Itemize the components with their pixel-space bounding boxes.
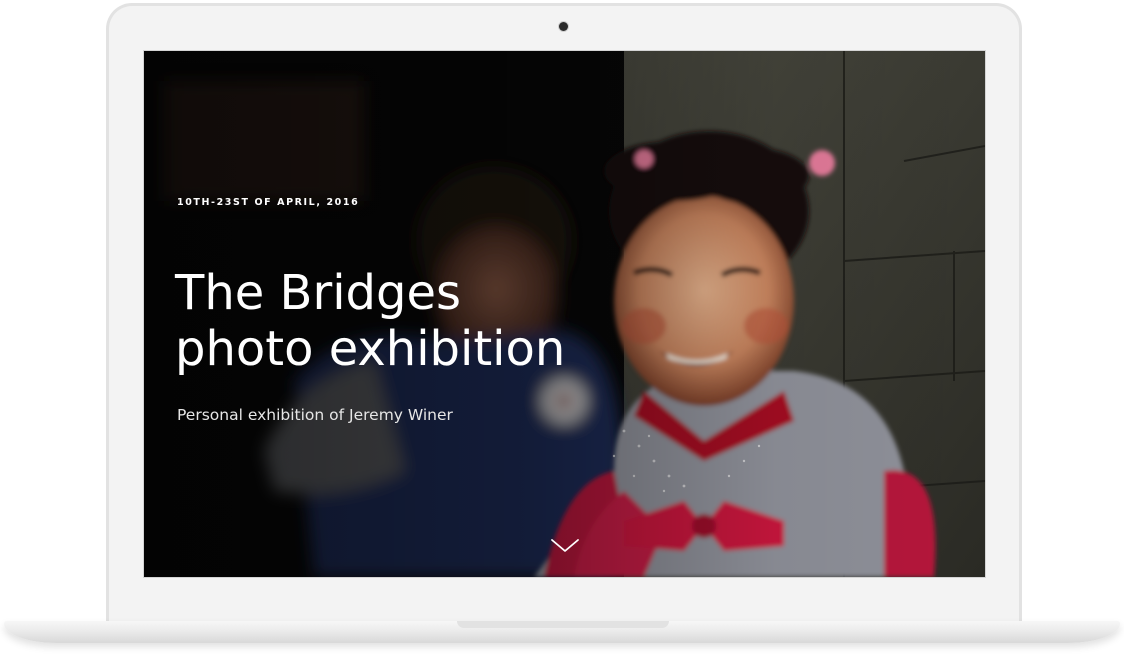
camera-dot-icon xyxy=(559,22,568,31)
laptop-mockup: 10TH-23ST OF APRIL, 2016 The Bridges pho… xyxy=(0,0,1124,658)
hero-subtitle: Personal exhibition of Jeremy Winer xyxy=(177,406,453,424)
exhibition-date: 10TH-23ST OF APRIL, 2016 xyxy=(177,197,360,208)
chevron-down-icon[interactable] xyxy=(550,537,580,555)
page-title: The Bridges photo exhibition xyxy=(175,265,695,377)
laptop-screen: 10TH-23ST OF APRIL, 2016 The Bridges pho… xyxy=(144,51,985,577)
title-line-1: The Bridges xyxy=(175,265,462,321)
laptop-opening-notch xyxy=(457,621,669,628)
title-line-2: photo exhibition xyxy=(175,321,566,377)
